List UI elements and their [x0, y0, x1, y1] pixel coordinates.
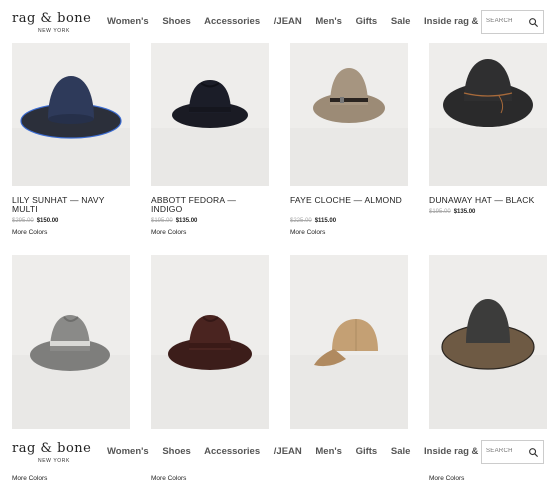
hat-image [313, 68, 385, 123]
hat-image [20, 76, 122, 139]
hat-image [441, 299, 535, 370]
product-image[interactable] [429, 255, 547, 429]
nav-jean[interactable]: /JEAN [274, 446, 302, 457]
more-colors-link[interactable]: More Colors [12, 475, 47, 482]
nav-mens[interactable]: Men's [315, 446, 342, 457]
brand-name: rag & bone [12, 11, 92, 26]
sale-price: $150.00 [36, 218, 59, 224]
nav-gifts[interactable]: Gifts [356, 16, 378, 27]
nav-sale[interactable]: Sale [391, 16, 411, 27]
search-input[interactable] [486, 18, 526, 24]
sale-price: $135.00 [175, 218, 198, 224]
brand-sub: NEW YORK [38, 28, 70, 34]
brand-sub: NEW YORK [38, 458, 70, 464]
hat-image [30, 315, 110, 371]
more-colors-link[interactable]: More Colors [12, 229, 47, 236]
search-box [481, 440, 544, 464]
nav-links: Women's Shoes Accessories /JEAN Men's Gi… [107, 446, 515, 457]
product-name[interactable]: ABBOTT FEDORA — INDIGO [151, 196, 269, 214]
product-image[interactable] [12, 255, 130, 429]
nav-mens[interactable]: Men's [315, 16, 342, 27]
hat-image [314, 319, 378, 367]
product-name[interactable]: DUNAWAY HAT — BLACK [429, 196, 547, 205]
nav-shoes[interactable]: Shoes [162, 16, 191, 27]
product-image[interactable] [151, 43, 269, 186]
product-name[interactable]: LILY SUNHAT — NAVY MULTI [12, 196, 130, 214]
product-price: $195.00 $135.00 [429, 209, 475, 215]
sale-price: $135.00 [453, 209, 476, 215]
hat-image [168, 315, 252, 370]
more-colors-link[interactable]: More Colors [290, 229, 325, 236]
nav-accessories[interactable]: Accessories [204, 446, 260, 457]
search-input[interactable] [486, 448, 526, 454]
more-colors-link[interactable]: More Colors [151, 229, 186, 236]
old-price: $195.00 [429, 209, 451, 215]
product-name[interactable]: FAYE CLOCHE — ALMOND [290, 196, 408, 205]
search-icon[interactable] [528, 17, 539, 28]
brand-name: rag & bone [12, 441, 92, 456]
product-image[interactable] [290, 43, 408, 186]
nav-jean[interactable]: /JEAN [274, 16, 302, 27]
old-price: $195.00 [151, 218, 173, 224]
top-navbar: rag & bone NEW YORK Women's Shoes Access… [0, 0, 550, 44]
more-colors-link[interactable]: More Colors [429, 475, 464, 482]
nav-womens[interactable]: Women's [107, 446, 149, 457]
search-box [481, 10, 544, 34]
nav-shoes[interactable]: Shoes [162, 446, 191, 457]
product-image[interactable] [429, 43, 547, 186]
nav-gifts[interactable]: Gifts [356, 446, 378, 457]
hat-image [443, 59, 533, 127]
nav-links: Women's Shoes Accessories /JEAN Men's Gi… [107, 16, 515, 27]
search-icon[interactable] [528, 447, 539, 458]
nav-accessories[interactable]: Accessories [204, 16, 260, 27]
product-image[interactable] [151, 255, 269, 429]
hat-image [172, 80, 248, 128]
nav-sale[interactable]: Sale [391, 446, 411, 457]
product-price: $295.00 $150.00 [12, 218, 58, 224]
brand-logo[interactable]: rag & bone NEW YORK [12, 441, 92, 464]
sticky-navbar: rag & bone NEW YORK Women's Shoes Access… [0, 430, 550, 474]
product-price: $195.00 $135.00 [151, 218, 197, 224]
product-image[interactable] [12, 43, 130, 186]
sale-price: $115.00 [314, 218, 337, 224]
old-price: $225.00 [290, 218, 312, 224]
product-image[interactable] [290, 255, 408, 429]
brand-logo[interactable]: rag & bone NEW YORK [12, 11, 92, 34]
product-price: $225.00 $115.00 [290, 218, 336, 224]
nav-womens[interactable]: Women's [107, 16, 149, 27]
more-colors-link[interactable]: More Colors [151, 475, 186, 482]
old-price: $295.00 [12, 218, 34, 224]
